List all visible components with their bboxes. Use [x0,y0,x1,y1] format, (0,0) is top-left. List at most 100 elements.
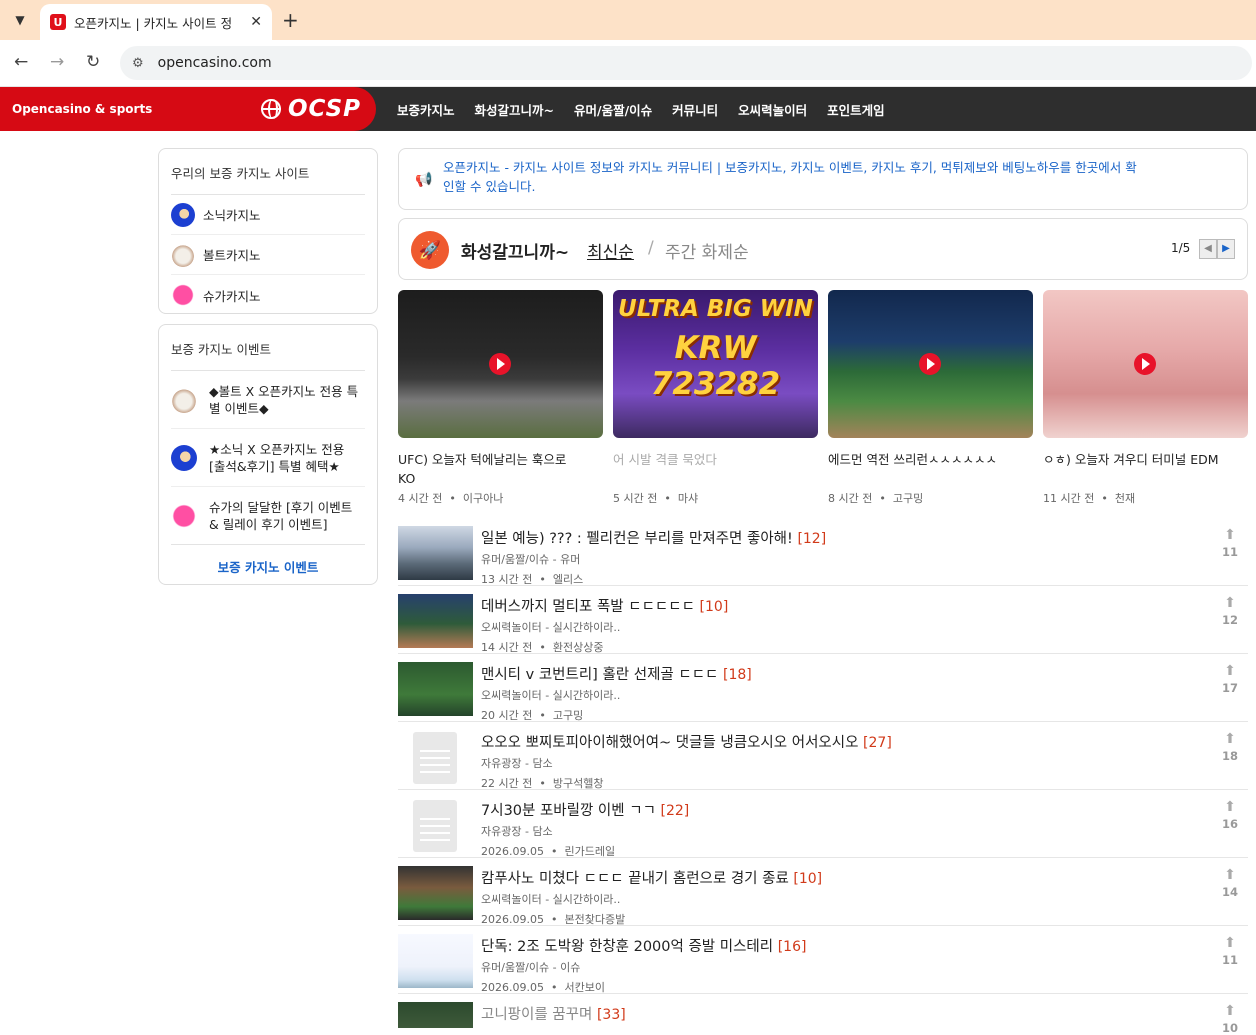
card-title[interactable]: 어 시발 격클 묵었다 [613,450,818,488]
post-thumbnail[interactable] [398,594,473,648]
card-title[interactable]: UFC) 오늘자 턱에날리는 훅으로 KO [398,450,603,488]
vote-count: 11 [1221,953,1238,967]
sort-weekly-tab[interactable]: 주간 화제순 [665,238,749,263]
play-icon[interactable] [919,353,941,375]
sidebar-item-sonic[interactable]: 소닉카지노 [171,195,365,235]
next-page-button[interactable]: ▶ [1217,239,1235,259]
list-item[interactable]: 고니팡이를 꿈꾸며 [33] ⬆ 10 [398,994,1248,1035]
brand-name[interactable]: Opencasino & sports [12,102,152,116]
section-title[interactable]: 화성갈끄니까~ [461,238,569,263]
sidebar-item-label: 볼트카지노 [203,248,261,263]
tab-close-icon[interactable]: ✕ [250,14,262,30]
card-title[interactable]: 에드먼 역전 쓰리런ㅅㅅㅅㅅㅅㅅ [828,450,1033,488]
post-title[interactable]: 맨시티 v 코번트리] 홀란 선제골 ㄷㄷㄷ [18] [481,663,752,684]
card-meta: 11 시간 전 • 천재 [1043,492,1136,505]
post-author[interactable]: 고구밍 [553,709,583,722]
tab-search-icon[interactable]: ▼ [8,8,32,32]
card-meta: 4 시간 전 • 이구아나 [398,492,504,505]
play-icon[interactable] [489,353,511,375]
browser-tab[interactable]: U 오픈카지노 | 카지노 사이트 정 ✕ [40,4,272,40]
post-title[interactable]: 단독: 2조 도박왕 한창훈 2000억 증발 미스테리 [16] [481,935,806,956]
event-more-link[interactable]: 보증 카지노 이벤트 [159,545,377,588]
post-title[interactable]: 캄푸사노 미쳤다 ㄷㄷㄷ 끝내기 홈런으로 경기 종료 [10] [481,867,822,888]
url-field[interactable]: ⚙ opencasino.com [120,46,1252,80]
event-item-sugar[interactable]: 슈가의 달달한 [후기 이벤트 & 릴레이 후기 이벤트] [171,487,365,545]
video-card[interactable]: UFC) 오늘자 턱에날리는 훅으로 KO 4 시간 전 • 이구아나 [398,290,603,506]
new-tab-icon[interactable]: + [282,8,299,32]
sort-latest-tab[interactable]: 최신순 [587,238,634,263]
page-indicator: 1/5 [1171,241,1191,255]
nav-item-point-game[interactable]: 포인트게임 [827,100,885,119]
post-title[interactable]: 일본 예능) ??? : 펠리컨은 부리를 만져주면 좋아해! [12] [481,527,826,548]
site-logo[interactable]: OCSP [288,96,361,122]
post-author[interactable]: 엘리스 [553,573,583,586]
nav-item-community[interactable]: 커뮤니티 [672,100,718,119]
post-title[interactable]: 오오오 뽀찌토피아이해했어여~ 댓글들 냉큼오시오 어서오시오 [27] [481,731,892,752]
card-author[interactable]: 고구밍 [893,492,923,505]
sidebar-item-bolt[interactable]: 볼트카지노 [171,235,365,275]
post-author[interactable]: 서칸보이 [564,981,604,994]
post-thumbnail[interactable] [398,934,473,988]
vote-count: 11 [1221,545,1238,559]
list-item[interactable]: 일본 예능) ??? : 펠리컨은 부리를 만져주면 좋아해! [12] 유머/… [398,518,1248,586]
post-category: 자유광장 - 담소 [481,757,553,770]
card-thumbnail[interactable]: ULTRA BIG WIN KRW 723282 [613,290,818,438]
card-thumbnail[interactable] [828,290,1033,438]
back-icon[interactable]: ← [14,52,28,72]
vote-count: 16 [1221,817,1238,831]
post-author[interactable]: 방구석헬창 [553,777,604,790]
nav-item-mars[interactable]: 화성갈끄니까~ [475,100,554,119]
reload-icon[interactable]: ↻ [86,52,100,72]
nav-item-playground[interactable]: 오씨력놀이터 [738,100,807,119]
post-thumbnail[interactable] [398,866,473,920]
vote-counter: ⬆ 14 [1220,868,1240,899]
list-item[interactable]: 7시30분 포바릴깡 이벤 ㄱㄱ [22] 자유광장 - 담소 2026.09.… [398,790,1248,858]
card-thumbnail[interactable] [398,290,603,438]
nav-item-guarantee-casino[interactable]: 보증카지노 [397,100,455,119]
video-card[interactable]: 에드먼 역전 쓰리런ㅅㅅㅅㅅㅅㅅ 8 시간 전 • 고구밍 [828,290,1033,506]
post-author[interactable]: 환전상상중 [553,641,604,654]
event-item-bolt[interactable]: ◆볼트 X 오픈카지노 전용 특별 이벤트◆ [171,371,365,429]
post-author[interactable]: 린가드레일 [564,845,615,858]
nav-item-humor[interactable]: 유머/움짤/이슈 [574,100,652,119]
document-icon[interactable] [398,798,473,852]
vote-count: 18 [1221,749,1238,763]
post-title[interactable]: 고니팡이를 꿈꾸며 [33] [481,1003,626,1024]
event-item-sonic[interactable]: ★소닉 X 오픈카지노 전용 [출석&후기] 특별 혜택★ [171,429,365,487]
site-settings-icon[interactable]: ⚙ [132,56,144,71]
post-thumbnail[interactable] [398,526,473,580]
card-author[interactable]: 천재 [1115,492,1135,505]
card-thumbnail[interactable] [1043,290,1248,438]
post-time: 2026.09.05 [481,981,544,994]
list-item[interactable]: 데버스까지 멀티포 폭발 ㄷㄷㄷㄷㄷ [10] 오씨력놀이터 - 실시간하이라.… [398,586,1248,654]
vote-counter: ⬆ 11 [1220,936,1240,967]
post-thumbnail[interactable] [398,662,473,716]
prev-page-button[interactable]: ◀ [1199,239,1217,259]
event-line2: [출석&후기] 특별 혜택★ [209,458,340,474]
list-item[interactable]: 맨시티 v 코번트리] 홀란 선제골 ㄷㄷㄷ [18] 오씨력놀이터 - 실시간… [398,654,1248,722]
event-line1: 슈가의 달달한 [후기 이벤트 [209,499,353,515]
card-title[interactable]: ㅇㅎ) 오늘자 겨우디 터미널 EDM [1043,450,1248,488]
forward-icon[interactable]: → [50,52,64,72]
post-author[interactable]: 본전찾다증발 [564,913,625,926]
document-icon[interactable] [398,730,473,784]
vote-count: 12 [1221,613,1238,627]
card-author[interactable]: 이구아나 [463,492,503,505]
upvote-icon: ⬆ [1224,867,1236,883]
post-title[interactable]: 7시30분 포바릴깡 이벤 ㄱㄱ [22] [481,799,689,820]
card-author[interactable]: 마샤 [678,492,698,505]
upvote-icon: ⬆ [1224,935,1236,951]
post-title[interactable]: 데버스까지 멀티포 폭발 ㄷㄷㄷㄷㄷ [10] [481,595,728,616]
play-icon[interactable] [1134,353,1156,375]
sidebar-item-sugar[interactable]: 슈가카지노 [171,275,365,315]
globe-icon[interactable] [261,99,281,119]
list-item[interactable]: 캄푸사노 미쳤다 ㄷㄷㄷ 끝내기 홈런으로 경기 종료 [10] 오씨력놀이터 … [398,858,1248,926]
address-bar-row: ← → ↻ ⚙ opencasino.com [0,40,1256,87]
main-nav: 보증카지노 화성갈끄니까~ 유머/움짤/이슈 커뮤니티 오씨력놀이터 포인트게임 [397,87,885,131]
video-card[interactable]: ㅇㅎ) 오늘자 겨우디 터미널 EDM 11 시간 전 • 천재 [1043,290,1248,506]
video-card[interactable]: ULTRA BIG WIN KRW 723282 어 시발 격클 묵었다 5 시… [613,290,818,506]
url-text: opencasino.com [157,55,272,71]
post-thumbnail[interactable] [398,1002,473,1028]
list-item[interactable]: 단독: 2조 도박왕 한창훈 2000억 증발 미스테리 [16] 유머/움짤/… [398,926,1248,994]
list-item[interactable]: 오오오 뽀찌토피아이해했어여~ 댓글들 냉큼오시오 어서오시오 [27] 자유광… [398,722,1248,790]
